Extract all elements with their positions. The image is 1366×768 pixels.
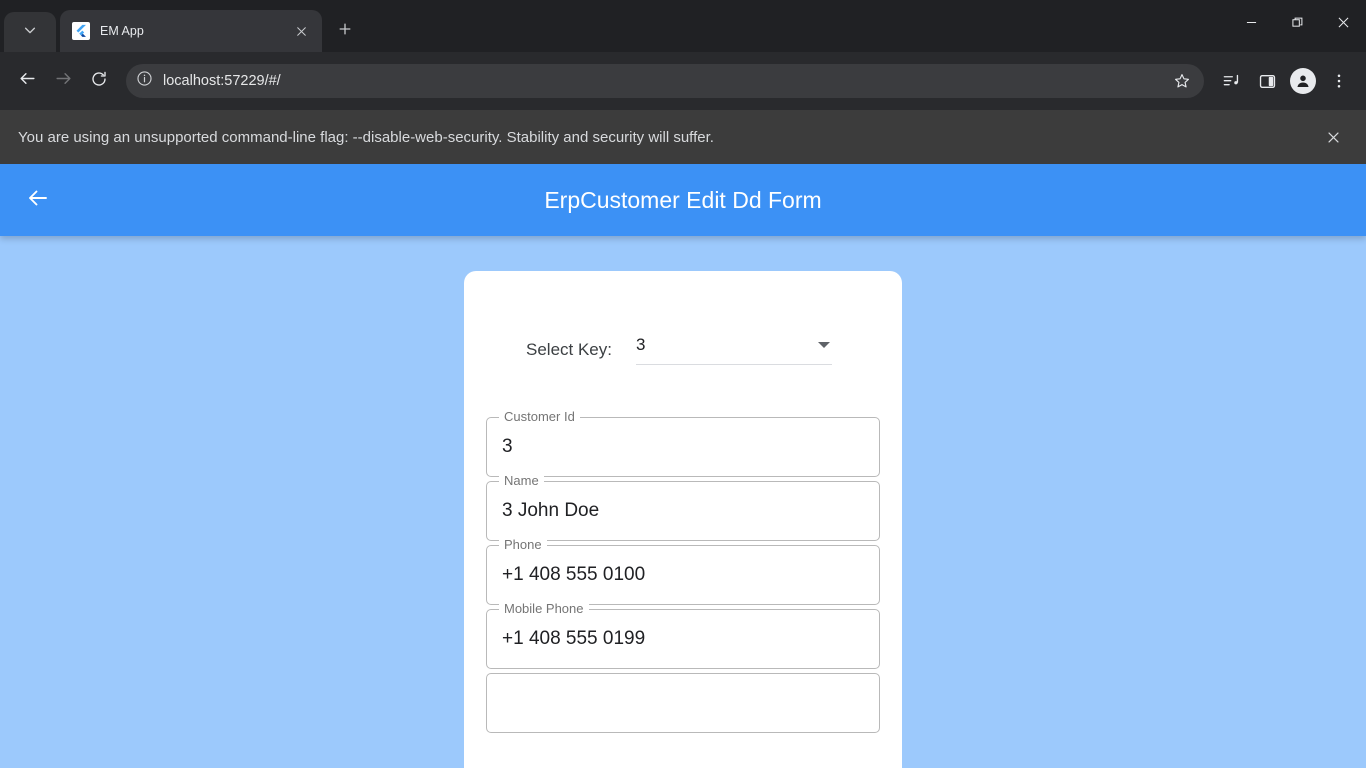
info-circle-icon[interactable] xyxy=(136,70,153,92)
field-name[interactable]: 3 John Doe Name xyxy=(486,481,880,541)
field-phone-box[interactable]: +1 408 555 0100 xyxy=(486,545,880,605)
form-scroll-area[interactable]: Select Key: 3 3 Customer Id xyxy=(0,236,1366,768)
browser-window: EM App xyxy=(0,0,1366,768)
app-back-button[interactable] xyxy=(16,178,60,222)
form-fields: 3 Customer Id 3 John Doe Name +1 408 555… xyxy=(486,417,880,741)
select-key-dropdown[interactable]: 3 xyxy=(636,335,832,365)
field-phone[interactable]: +1 408 555 0100 Phone xyxy=(486,545,880,605)
flutter-logo-icon xyxy=(72,22,90,40)
tab-title: EM App xyxy=(100,24,280,38)
select-key-label: Select Key: xyxy=(526,340,612,360)
bookmark-star-icon[interactable] xyxy=(1168,67,1196,95)
reload-icon xyxy=(90,70,108,93)
tab-strip: EM App xyxy=(0,0,1366,52)
field-mobile-phone-box[interactable]: +1 408 555 0199 xyxy=(486,609,880,669)
form-card: Select Key: 3 3 Customer Id xyxy=(464,271,902,768)
reload-button[interactable] xyxy=(82,64,116,98)
arrow-left-icon xyxy=(18,69,37,93)
arrow-left-icon xyxy=(26,186,50,215)
window-restore-button[interactable] xyxy=(1274,0,1320,44)
tab-search-button[interactable] xyxy=(4,12,56,52)
dropdown-arrow-icon xyxy=(818,342,830,348)
tab-close-button[interactable] xyxy=(290,20,312,42)
select-key-value: 3 xyxy=(636,335,818,355)
chevron-down-icon xyxy=(23,23,37,42)
field-customer-id-value: 3 xyxy=(502,436,513,458)
web-page-content: ErpCustomer Edit Dd Form Select Key: 3 3 xyxy=(0,164,1366,768)
window-controls xyxy=(1228,0,1366,44)
field-phone-value: +1 408 555 0100 xyxy=(502,564,645,586)
field-name-box[interactable]: 3 John Doe xyxy=(486,481,880,541)
address-bar-url: localhost:57229/#/ xyxy=(163,73,281,89)
forward-button[interactable] xyxy=(46,64,80,98)
field-name-label: Name xyxy=(499,473,544,489)
page-title: ErpCustomer Edit Dd Form xyxy=(0,187,1366,214)
field-customer-id-label: Customer Id xyxy=(499,409,580,425)
warning-message: You are using an unsupported command-lin… xyxy=(18,129,1318,146)
window-close-button[interactable] xyxy=(1320,0,1366,44)
side-panel-icon[interactable] xyxy=(1250,64,1284,98)
three-dot-menu-icon[interactable] xyxy=(1322,64,1356,98)
address-bar[interactable]: localhost:57229/#/ xyxy=(126,64,1204,98)
window-minimize-button[interactable] xyxy=(1228,0,1274,44)
browser-toolbar: localhost:57229/#/ xyxy=(0,52,1366,110)
browser-tab[interactable]: EM App xyxy=(60,10,322,52)
field-mobile-phone-value: +1 408 555 0199 xyxy=(502,628,645,650)
back-button[interactable] xyxy=(10,64,44,98)
field-next-partial[interactable] xyxy=(486,673,880,733)
app-bar: ErpCustomer Edit Dd Form xyxy=(0,164,1366,236)
arrow-right-icon xyxy=(54,69,73,93)
plus-icon xyxy=(338,22,352,41)
profile-avatar-icon[interactable] xyxy=(1286,64,1320,98)
media-playlist-icon[interactable] xyxy=(1214,64,1248,98)
avatar xyxy=(1290,68,1316,94)
field-next-partial-box[interactable] xyxy=(486,673,880,733)
field-mobile-phone[interactable]: +1 408 555 0199 Mobile Phone xyxy=(486,609,880,669)
field-customer-id[interactable]: 3 Customer Id xyxy=(486,417,880,477)
field-customer-id-box[interactable]: 3 xyxy=(486,417,880,477)
field-phone-label: Phone xyxy=(499,537,547,553)
command-line-warning-bar: You are using an unsupported command-lin… xyxy=(0,110,1366,164)
field-name-value: 3 John Doe xyxy=(502,500,599,522)
new-tab-button[interactable] xyxy=(328,14,362,48)
select-key-row: Select Key: 3 xyxy=(486,271,880,365)
field-mobile-phone-label: Mobile Phone xyxy=(499,601,589,617)
warning-close-button[interactable] xyxy=(1318,122,1348,152)
